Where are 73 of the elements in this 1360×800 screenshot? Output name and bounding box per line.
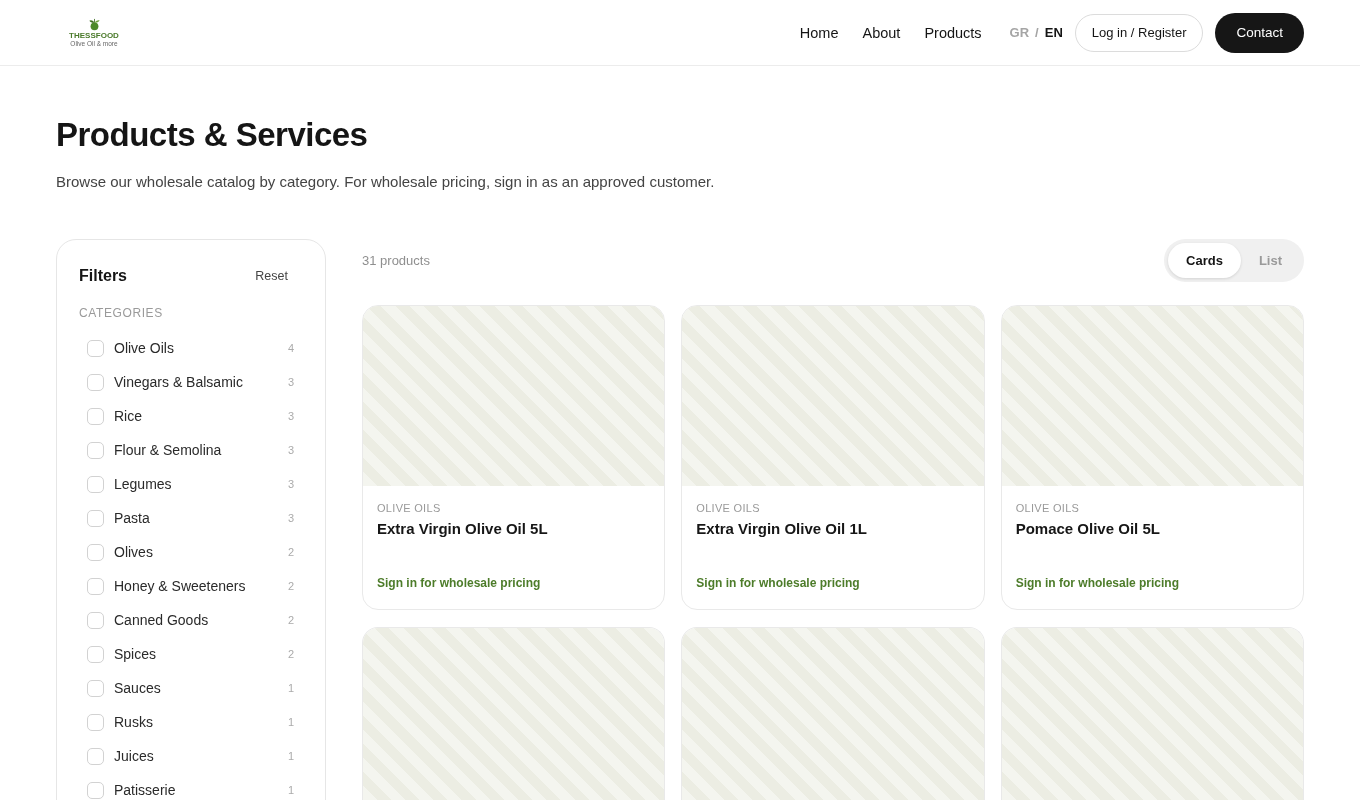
image-placeholder[interactable] <box>1001 628 1303 800</box>
product-name[interactable]: Extra Virgin Olive Oil 1L <box>696 519 867 539</box>
image-placeholder[interactable] <box>1001 306 1303 486</box>
image-placeholder[interactable] <box>682 306 984 486</box>
category-count: 2 <box>287 614 294 626</box>
category-label: Rice <box>114 408 142 424</box>
checkbox[interactable] <box>87 373 104 391</box>
category-count: 2 <box>287 546 294 558</box>
category-count: 1 <box>287 750 294 762</box>
pricing-link[interactable]: Sign in for wholesale pricing <box>696 575 860 591</box>
checkbox[interactable] <box>87 747 104 765</box>
image-placeholder[interactable] <box>682 628 984 800</box>
category-count: 3 <box>287 478 294 490</box>
product-category: OLIVE OILS <box>696 501 760 515</box>
category-count: 3 <box>287 376 294 388</box>
olive-leaf-icon <box>87 17 101 31</box>
view-option[interactable]: Cards <box>1168 243 1241 278</box>
filters-title: Filters <box>79 267 127 285</box>
category-label: Rusks <box>114 714 153 730</box>
reset-button[interactable]: Reset <box>249 267 294 285</box>
checkbox[interactable] <box>87 713 104 731</box>
page-title: Products & Services <box>56 115 368 155</box>
checkbox[interactable] <box>87 339 104 357</box>
login-register-button[interactable]: Log in / Register <box>1074 13 1204 52</box>
nav-link[interactable]: Products <box>924 24 982 41</box>
product-name[interactable]: Extra Virgin Olive Oil 5L <box>377 519 548 539</box>
category-count: 3 <box>287 444 294 456</box>
category-label: Olive Oils <box>114 340 174 356</box>
pricing-link[interactable]: Sign in for wholesale pricing <box>1015 575 1179 591</box>
category-label: Sauces <box>114 680 161 696</box>
category-label: Honey & Sweeteners <box>114 578 246 594</box>
page-intro: Browse our wholesale catalog by category. For wholesale pricing, sign in as an approved customer. <box>56 172 715 192</box>
checkbox[interactable] <box>87 577 104 595</box>
category-count: 1 <box>287 716 294 728</box>
category-label: Juices <box>114 748 154 764</box>
category-label: Canned Goods <box>114 612 209 628</box>
category-label: Legumes <box>114 476 172 492</box>
language-option[interactable]: EN <box>1044 25 1063 40</box>
category-label: Patisserie <box>114 782 176 798</box>
checkbox[interactable] <box>87 509 104 527</box>
nav-link[interactable]: Home <box>799 24 839 41</box>
category-count: 2 <box>287 648 294 660</box>
category-count: 2 <box>287 580 294 592</box>
category-count: 1 <box>287 784 294 796</box>
product-name[interactable]: Pomace Olive Oil 5L <box>1015 519 1160 539</box>
category-label: Flour & Semolina <box>114 442 222 458</box>
category-count: 3 <box>287 410 294 422</box>
category-label: Olives <box>114 544 153 560</box>
checkbox[interactable] <box>87 543 104 561</box>
checkbox[interactable] <box>87 679 104 697</box>
checkbox[interactable] <box>87 441 104 459</box>
pricing-link[interactable]: Sign in for wholesale pricing <box>377 575 541 591</box>
category-count: 1 <box>287 682 294 694</box>
category-count: 4 <box>287 342 294 354</box>
checkbox[interactable] <box>87 407 104 425</box>
image-placeholder[interactable] <box>363 306 665 486</box>
language-separator: / <box>1035 25 1039 40</box>
category-label: Pasta <box>114 510 150 526</box>
logo-wordmark[interactable]: THESSFOOD <box>69 30 119 40</box>
category-label: Spices <box>114 646 157 662</box>
image-placeholder[interactable] <box>363 628 665 800</box>
checkbox[interactable] <box>87 645 104 663</box>
checkbox[interactable] <box>87 475 104 493</box>
nav-link[interactable]: About <box>862 24 901 41</box>
product-category: OLIVE OILS <box>377 501 441 515</box>
section-label: CATEGORIES <box>79 306 163 320</box>
product-count: 31 products <box>362 253 430 268</box>
category-count: 3 <box>287 512 294 524</box>
checkbox[interactable] <box>87 781 104 799</box>
checkbox[interactable] <box>87 611 104 629</box>
product-category: OLIVE OILS <box>1015 501 1080 515</box>
contact-button[interactable]: Contact <box>1215 12 1304 53</box>
category-label: Vinegars & Balsamic <box>114 374 243 390</box>
